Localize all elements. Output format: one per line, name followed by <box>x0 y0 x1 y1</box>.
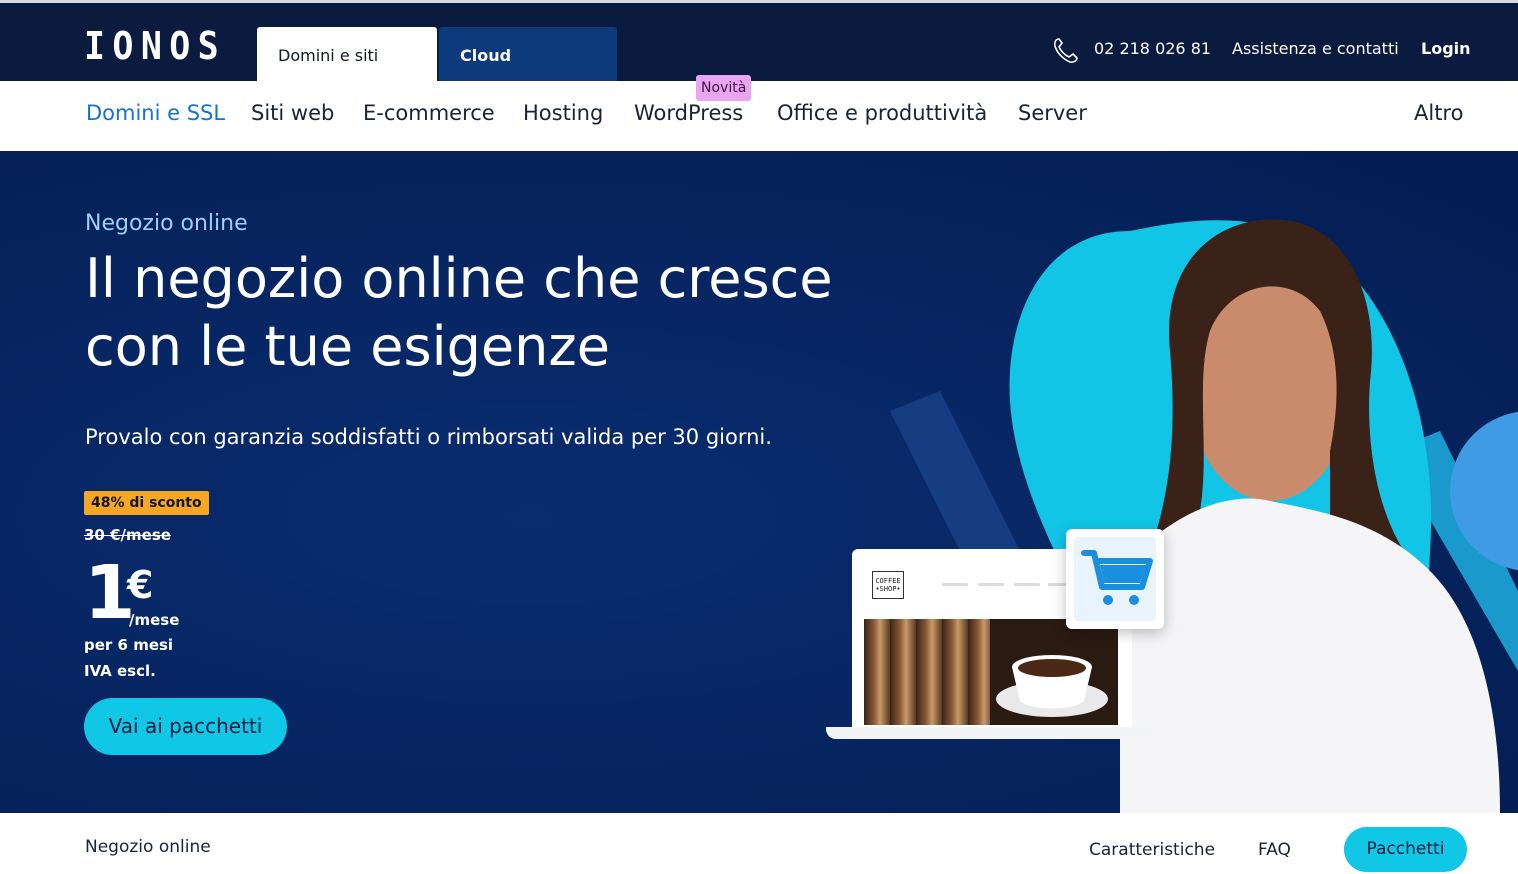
coffee-shop-logo: COFFEE •SHOP• <box>872 571 904 599</box>
pacchetti-button[interactable]: Pacchetti <box>1344 827 1467 872</box>
nav-altro[interactable]: Altro <box>1414 101 1463 125</box>
nav-wordpress[interactable]: WordPress <box>634 101 743 125</box>
headline-line-1: Il negozio online che cresce <box>85 247 833 310</box>
login-link[interactable]: Login <box>1421 39 1471 58</box>
subnav-link-caratteristiche[interactable]: Caratteristiche <box>1089 840 1215 860</box>
hero-subtitle: Provalo con garanzia soddisfatti o rimbo… <box>85 425 772 449</box>
laptop-nav-dash <box>978 583 1004 586</box>
phone-number[interactable]: 02 218 026 81 <box>1094 39 1211 58</box>
price-period: per 6 mesi <box>84 636 174 654</box>
hero-eyebrow: Negozio online <box>85 211 248 236</box>
cta-vai-ai-pacchetti[interactable]: Vai ai pacchetti <box>84 698 287 755</box>
headline-line-2: con le tue esigenze <box>85 315 610 378</box>
nav-e-commerce[interactable]: E-commerce <box>363 101 495 125</box>
subnav-link-faq[interactable]: FAQ <box>1258 840 1291 860</box>
price-vat: IVA escl. <box>84 662 156 680</box>
laptop-base <box>826 727 1158 739</box>
laptop-nav-dash <box>942 583 968 586</box>
old-price: 30 €/mese <box>84 526 171 544</box>
cart-card <box>1066 529 1164 629</box>
coffee-cup-image <box>990 619 1118 725</box>
hero-section: Negozio online Il negozio online che cre… <box>0 151 1518 813</box>
discount-badge: 48% di sconto <box>84 491 209 515</box>
price-unit: /mese <box>129 611 180 629</box>
tab-domini-e-siti-web[interactable]: Domini e siti web <box>257 27 437 122</box>
price-currency: € <box>127 563 154 607</box>
assistance-link[interactable]: Assistenza e contatti <box>1232 39 1399 58</box>
tab-cloud-computing[interactable]: Cloud computing <box>439 27 617 122</box>
nav-domini-e-ssl[interactable]: Domini e SSL <box>86 101 225 125</box>
nav-office-e-produttivita[interactable]: Office e produttività <box>777 101 987 125</box>
nav-siti-web[interactable]: Siti web <box>251 101 334 125</box>
nav-hosting[interactable]: Hosting <box>523 101 603 125</box>
hero-headline: Il negozio online che cresce con le tue … <box>85 245 845 381</box>
page-subnav: Negozio online Caratteristiche FAQ Pacch… <box>0 813 1518 874</box>
coffee-machines-image <box>864 619 990 725</box>
nav-server[interactable]: Server <box>1018 101 1087 125</box>
new-badge: Novità <box>696 75 752 101</box>
phone-icon[interactable] <box>1050 36 1080 66</box>
main-nav: Domini e SSL Siti web E-commerce Hosting… <box>0 75 1518 151</box>
laptop-nav-dash <box>1014 583 1040 586</box>
ionos-logo[interactable]: IONOS <box>84 27 226 65</box>
subnav-title: Negozio online <box>85 837 211 857</box>
shopping-cart-icon <box>1074 537 1156 621</box>
